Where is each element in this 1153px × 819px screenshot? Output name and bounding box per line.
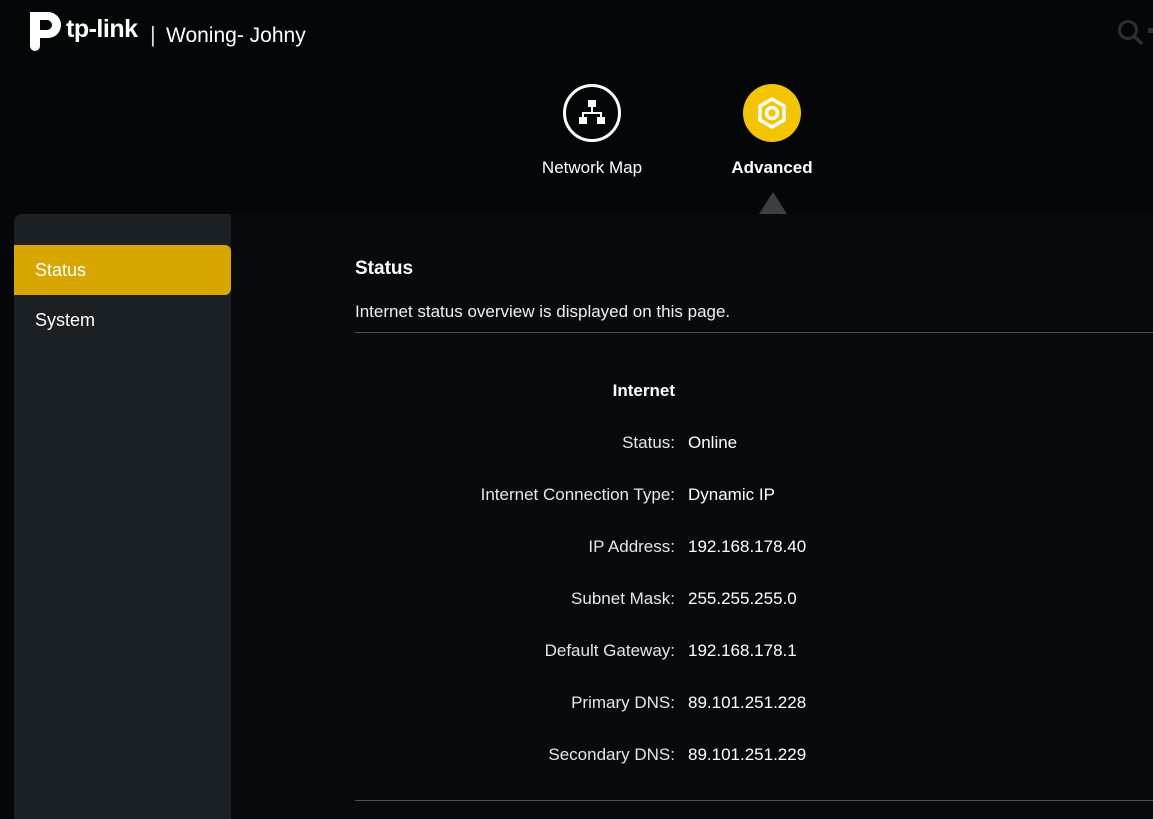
info-row-subnet-mask: Subnet Mask: 255.255.255.0 <box>355 589 1153 611</box>
info-value: Dynamic IP <box>688 485 775 504</box>
sidebar-item-label: System <box>35 310 96 330</box>
info-value: 192.168.178.40 <box>688 537 807 556</box>
info-row-secondary-dns: Secondary DNS: 89.101.251.229 <box>355 745 1153 767</box>
sidebar-item-status[interactable]: Status <box>14 245 231 295</box>
info-label: Subnet Mask: <box>571 589 675 608</box>
tab-network-map-label: Network Map <box>541 158 643 177</box>
info-row-status: Status: Online <box>355 433 1153 455</box>
brand-name: tp-link <box>66 14 138 43</box>
gear-icon <box>743 84 801 142</box>
info-value: Online <box>688 433 738 452</box>
info-label: Secondary DNS: <box>548 745 675 764</box>
toolbar-edge-marker <box>1148 28 1153 33</box>
divider-top <box>355 332 1153 333</box>
device-name: Woning- Johny <box>166 24 306 47</box>
tab-advanced-label: Advanced <box>731 158 813 177</box>
header-separator: | <box>150 22 156 47</box>
info-row-ip-address: IP Address: 192.168.178.40 <box>355 537 1153 559</box>
search-icon[interactable] <box>1116 18 1144 46</box>
info-row-connection-type: Internet Connection Type: Dynamic IP <box>355 485 1153 507</box>
info-value: 89.101.251.228 <box>688 693 807 712</box>
info-row-default-gateway: Default Gateway: 192.168.178.1 <box>355 641 1153 663</box>
info-label: Internet Connection Type: <box>480 485 675 504</box>
page-description: Internet status overview is displayed on… <box>355 302 731 321</box>
tp-link-logo[interactable]: tp-link <box>14 6 138 52</box>
active-tab-indicator <box>759 192 787 214</box>
top-header: tp-link | Woning- Johny <box>0 0 1153 72</box>
info-value: 192.168.178.1 <box>688 641 797 660</box>
info-value: 255.255.255.0 <box>688 589 797 608</box>
sidebar-item-label: Status <box>35 260 87 280</box>
info-label: Primary DNS: <box>571 693 675 712</box>
page-title: Status <box>355 258 414 279</box>
tp-link-logo-icon <box>16 12 61 51</box>
section-title-internet: Internet <box>612 381 675 400</box>
sidebar: Status System <box>14 214 231 819</box>
info-value: 89.101.251.229 <box>688 745 807 764</box>
tab-advanced[interactable]: Advanced <box>712 84 832 178</box>
sidebar-item-system[interactable]: System <box>14 295 231 345</box>
info-label: Status: <box>622 433 675 452</box>
info-row-primary-dns: Primary DNS: 89.101.251.228 <box>355 693 1153 715</box>
info-label: IP Address: <box>588 537 675 556</box>
divider-bottom <box>355 800 1153 801</box>
info-label: Default Gateway: <box>544 641 675 660</box>
network-map-icon <box>563 84 621 142</box>
tab-network-map[interactable]: Network Map <box>532 84 652 178</box>
router-admin-app: tp-link | Woning- Johny Network Map Adva… <box>0 0 1153 819</box>
